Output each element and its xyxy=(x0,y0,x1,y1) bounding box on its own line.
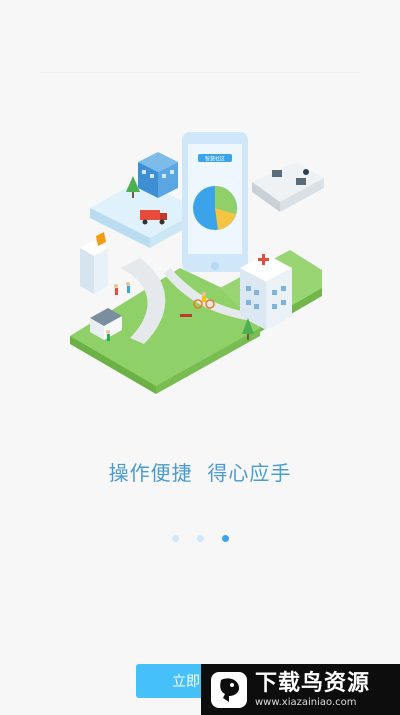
phone: 智慧社区 xyxy=(182,132,248,272)
page-indicator xyxy=(0,535,400,542)
residential-building xyxy=(80,232,108,294)
phone-screen-label: 智慧社区 xyxy=(205,156,225,163)
slogan-text: 操作便捷 得心应手 xyxy=(108,461,292,485)
office-platform xyxy=(252,162,324,212)
page-dot-1[interactable] xyxy=(171,535,179,542)
bench xyxy=(180,314,192,317)
watermark-title: 下载鸟资源 xyxy=(255,670,371,696)
top-divider xyxy=(40,72,360,73)
page-dot-3-active[interactable] xyxy=(221,535,229,542)
bird-logo-icon xyxy=(211,671,247,708)
start-button-label: 立即 xyxy=(172,674,200,690)
watermark-banner: 下载鸟资源 www.xiazainiao.com xyxy=(201,664,400,715)
page-dot-2[interactable] xyxy=(196,535,204,542)
smart-community-illustration: 智慧社区 xyxy=(70,132,324,394)
watermark-url: www.xiazainiao.com xyxy=(255,696,357,708)
